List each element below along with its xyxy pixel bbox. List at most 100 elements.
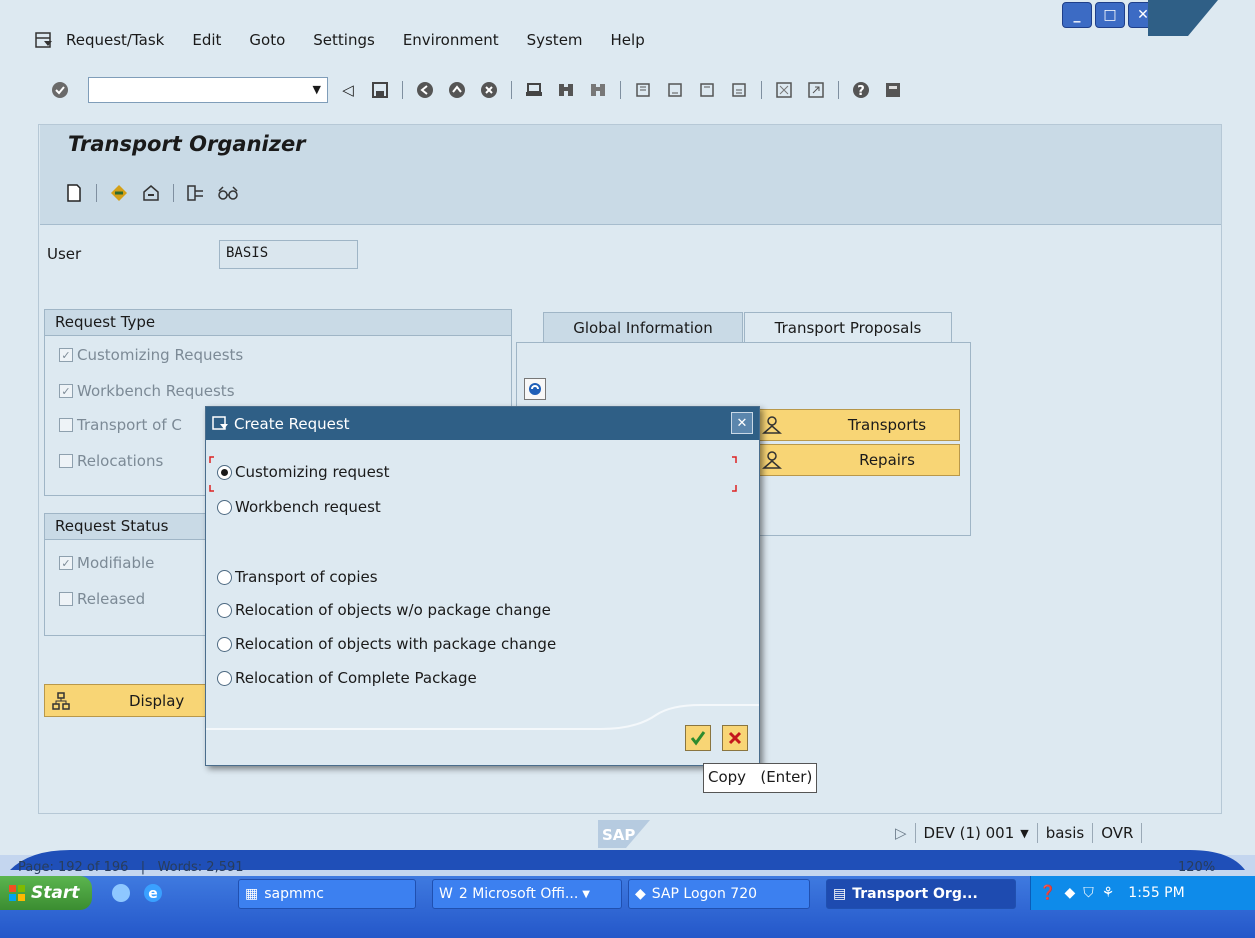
cancel-icon[interactable] (478, 79, 500, 101)
checkbox-checked-icon: ✓ (59, 384, 73, 398)
taskbar-sapmmc[interactable]: ▦ sapmmc (238, 879, 416, 909)
collapse-left-icon[interactable]: ◁ (337, 79, 359, 101)
hierarchy-icon[interactable] (185, 182, 207, 204)
menu-goto[interactable]: Goto (249, 31, 285, 49)
shortcut-icon[interactable] (805, 79, 827, 101)
word-status-bar: Page: 192 of 196 | Words: 2,591 (18, 860, 244, 875)
back-icon[interactable] (414, 79, 436, 101)
chevron-down-icon[interactable]: ▼ (1020, 827, 1028, 840)
cancel-button[interactable] (722, 725, 748, 751)
windows-logo-icon (9, 885, 25, 901)
network-icon[interactable]: ⚘ (1102, 885, 1115, 901)
refresh-button[interactable] (524, 378, 546, 400)
system-toolbar: ▼ ◁ ? (44, 76, 909, 104)
customizing-requests-label: Customizing Requests (77, 346, 244, 364)
window-controls: _ □ ✕ (1062, 2, 1158, 28)
print-icon[interactable] (523, 79, 545, 101)
radio-relocation-wo-package[interactable]: Relocation of objects w/o package change (217, 601, 551, 619)
clock: 1:55 PM (1128, 885, 1185, 901)
customizing-requests-checkbox[interactable]: ✓ Customizing Requests (59, 346, 243, 364)
maximize-button[interactable]: □ (1095, 2, 1125, 28)
menu-system[interactable]: System (527, 31, 583, 49)
word-zoom[interactable]: 120% (1178, 860, 1215, 875)
repairs-label: Repairs (859, 451, 915, 469)
relocations-label: Relocations (77, 452, 164, 470)
find-icon[interactable] (555, 79, 577, 101)
exit-icon[interactable] (446, 79, 468, 101)
menu-edit[interactable]: Edit (192, 31, 221, 49)
checkbox-unchecked-icon (59, 418, 73, 432)
show-desktop-icon[interactable] (110, 882, 132, 904)
transport-icon[interactable] (140, 182, 162, 204)
tab-global-information[interactable]: Global Information (543, 312, 743, 342)
repairs-button[interactable]: Repairs (756, 444, 960, 476)
taskbar-transport-organizer[interactable]: ▤ Transport Org... (826, 879, 1016, 909)
person-icon (762, 451, 782, 469)
workbench-requests-checkbox[interactable]: ✓ Workbench Requests (59, 382, 235, 400)
menu-settings[interactable]: Settings (313, 31, 375, 49)
display-change-icon[interactable] (108, 182, 130, 204)
menu-request-task[interactable]: Request/Task (66, 31, 164, 49)
modifiable-label: Modifiable (77, 554, 155, 572)
taskbar-label: 2 Microsoft Offi... (458, 886, 579, 902)
first-page-icon[interactable] (632, 79, 654, 101)
command-input[interactable] (91, 79, 301, 101)
relocations-checkbox[interactable]: Relocations (59, 452, 163, 470)
radio-unselected-icon (217, 636, 232, 652)
toolbar-separator (96, 184, 97, 202)
menu-list-icon[interactable] (212, 415, 230, 432)
radio-transport-of-copies[interactable]: Transport of copies (217, 568, 378, 586)
save-icon[interactable] (369, 79, 391, 101)
word-icon: W (439, 886, 453, 902)
user-field[interactable]: BASIS (219, 240, 358, 269)
request-type-title: Request Type (45, 310, 511, 336)
status-separator (1092, 823, 1094, 843)
menu-help[interactable]: Help (611, 31, 645, 49)
sap-logo-icon: SAP (598, 820, 650, 848)
toolbar-separator (761, 81, 762, 99)
enter-icon[interactable] (49, 79, 71, 101)
expand-status-icon[interactable]: ▷ (895, 824, 907, 842)
help-icon[interactable]: ? (850, 79, 872, 101)
security-shield-icon[interactable]: ⛉ (1083, 885, 1094, 901)
sap-tray-icon[interactable]: ◆ (1064, 885, 1075, 901)
glasses-icon[interactable] (217, 182, 239, 204)
minimize-button[interactable]: _ (1062, 2, 1092, 28)
close-icon[interactable]: ✕ (731, 412, 753, 434)
display-button[interactable]: Display (44, 684, 206, 717)
application-toolbar (58, 182, 244, 204)
released-label: Released (77, 590, 146, 608)
transport-of-copies-checkbox[interactable]: Transport of C (59, 416, 182, 434)
tab-transport-proposals[interactable]: Transport Proposals (744, 312, 952, 342)
radio-label: Transport of copies (235, 568, 378, 586)
taskbar-sap-logon[interactable]: ◆ SAP Logon 720 (628, 879, 810, 909)
sap-window-icon: ▤ (833, 886, 847, 902)
status-mode[interactable]: OVR (1101, 824, 1133, 842)
start-button[interactable]: Start (0, 876, 92, 910)
radio-relocation-with-package[interactable]: Relocation of objects with package chang… (217, 635, 556, 653)
released-checkbox[interactable]: Released (59, 590, 145, 608)
continue-button[interactable] (685, 725, 711, 751)
modifiable-checkbox[interactable]: ✓ Modifiable (59, 554, 154, 572)
next-page-icon[interactable] (696, 79, 718, 101)
help-icon[interactable]: ❓ (1039, 885, 1056, 901)
menu-environment[interactable]: Environment (403, 31, 499, 49)
radio-workbench-request[interactable]: Workbench request (217, 498, 381, 516)
layout-menu-icon[interactable] (882, 79, 904, 101)
window-chrome-curve (1148, 0, 1218, 36)
toolbar-separator (620, 81, 621, 99)
transports-button[interactable]: Transports (756, 409, 960, 441)
find-next-icon[interactable] (587, 79, 609, 101)
internet-explorer-icon[interactable]: e (142, 882, 164, 904)
radio-label: Workbench request (235, 498, 381, 516)
command-field[interactable]: ▼ (88, 77, 328, 103)
radio-label: Relocation of objects w/o package change (235, 601, 551, 619)
create-document-icon[interactable] (63, 182, 85, 204)
last-page-icon[interactable] (728, 79, 750, 101)
radio-relocation-complete-package[interactable]: Relocation of Complete Package (217, 669, 477, 687)
new-session-icon[interactable] (773, 79, 795, 101)
taskbar-microsoft-office[interactable]: W 2 Microsoft Offi... ▼ (432, 879, 622, 909)
chevron-down-icon[interactable]: ▼ (313, 83, 321, 96)
menu-list-icon[interactable] (34, 31, 54, 49)
previous-page-icon[interactable] (664, 79, 686, 101)
